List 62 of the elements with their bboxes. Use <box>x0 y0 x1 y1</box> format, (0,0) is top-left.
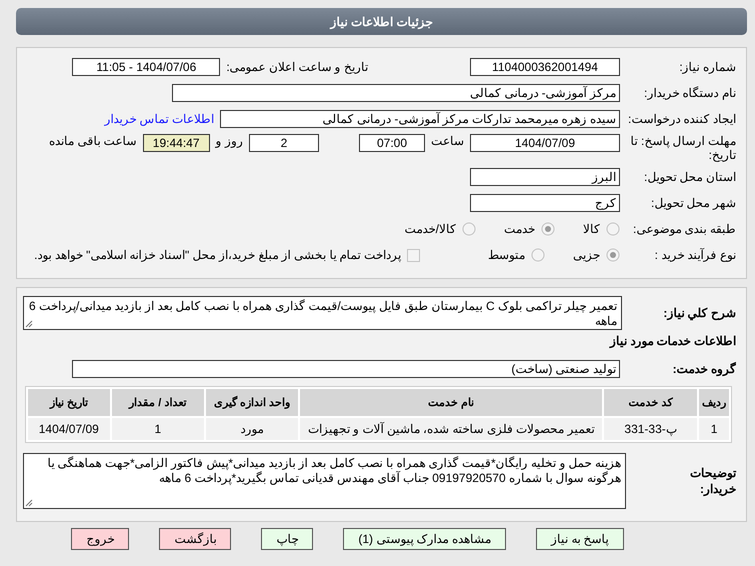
field-label: شهر محل تحویل: <box>650 196 736 210</box>
text-field[interactable]: تولید صنعتی (ساخت) <box>72 360 620 378</box>
radio-label: کالا/خدمت <box>404 222 456 236</box>
exit-button[interactable]: بازگشت <box>159 528 232 550</box>
table-cell: 1 <box>112 418 204 440</box>
checkbox[interactable] <box>407 248 420 262</box>
field-label: ساعت <box>431 134 464 148</box>
radio-label: جزیی <box>573 248 600 262</box>
radio-button[interactable] <box>541 222 555 236</box>
field-label: گروه خدمت: <box>672 362 736 376</box>
column-header: واحد اندازه گیری <box>206 389 298 416</box>
table-cell: تعمیر محصولات فلزی ساخته شده، ماشین آلات و تجهیزات <box>300 418 602 440</box>
text-field[interactable]: 1104000362001494 <box>470 58 620 76</box>
text-field[interactable]: مرکز آموزشی- درمانی کمالی <box>172 84 620 102</box>
field-label: تاریخ و ساعت اعلان عمومی: <box>226 60 368 74</box>
radio-label: متوسط <box>488 248 525 262</box>
field-label: ساعت باقی مانده <box>48 134 137 148</box>
field-label: روز و <box>216 134 243 148</box>
section-heading: اطلاعات خدمات مورد نیاز <box>608 334 736 348</box>
radio-button[interactable] <box>606 222 620 236</box>
contact-link[interactable]: اطلاعات تماس خریدار <box>104 112 214 126</box>
action-button[interactable]: مشاهده مدارک پیوستی (1) <box>343 528 506 550</box>
text-field[interactable]: البرز <box>470 168 620 186</box>
field-label: توضیحات خریدار: <box>689 465 736 497</box>
text-field[interactable]: 1404/07/06 - 11:05 <box>72 58 220 76</box>
field-label: نوع فرآیند خرید : <box>654 248 736 262</box>
resize-grip-icon[interactable] <box>25 320 33 328</box>
text-field[interactable]: 07:00 <box>359 134 425 152</box>
text-field[interactable]: کرج <box>470 194 620 212</box>
action-button[interactable]: چاپ <box>261 528 314 550</box>
field-label: طبقه بندی موضوعی: <box>632 222 736 236</box>
field-label: ایجاد کننده درخواست: <box>626 112 736 126</box>
radio-label: خدمت <box>504 222 535 236</box>
exit-button[interactable]: خروج <box>71 528 130 550</box>
field-label: مهلت ارسال پاسخ: تا تاریخ: <box>630 134 736 162</box>
radio-label: کالا <box>583 222 600 236</box>
page-header: جزئیات اطلاعات نیاز <box>16 8 747 35</box>
table-cell: پ-33-331 <box>604 418 698 440</box>
field-label: شرح کلي نياز: <box>662 306 736 320</box>
text-field[interactable]: 2 <box>249 134 319 152</box>
field-label: شماره نیاز: <box>678 60 736 74</box>
text-field[interactable]: سیده زهره میرمحمد تدارکات مرکز آموزشی- درمانی کمالی <box>220 110 620 128</box>
column-header: ردیف <box>699 389 729 416</box>
action-button[interactable]: پاسخ به نیاز <box>536 528 624 550</box>
summary-field[interactable]: تعمیر چیلر تراکمی بلوک C بیمارستان طبق فایل پیوست/قیمت گذاری همراه با نصب کامل بعد از بازدید میدانی/پرداخت 6 ماهه <box>23 296 622 330</box>
column-header: کد خدمت <box>604 389 698 416</box>
column-header: تعداد / مقدار <box>112 389 204 416</box>
table-cell: مورد <box>206 418 298 440</box>
text-field[interactable]: 19:44:47 <box>142 134 210 152</box>
table-cell: 1 <box>699 418 729 440</box>
notes-field[interactable]: هزینه حمل و تخلیه رایگان*قیمت گذاری همراه با نصب کامل بعد از بازدید میدانی*پیش فاکتور الزامی*جهت هماهنگی یا هرگونه سوال با شماره 09197920570 جناب آقای مهندس قدیانی تماس بگیرید*پرداخت 6 ماهه <box>23 453 626 509</box>
field-label: استان محل تحویل: <box>642 170 736 184</box>
radio-button[interactable] <box>606 248 620 262</box>
payment-note: پرداخت تمام یا بخشی از مبلغ خرید،از محل "اسناد خزانه اسلامی" خواهد بود. <box>34 248 401 262</box>
table-cell: 1404/07/09 <box>28 418 110 440</box>
field-label: نام دستگاه خریدار: <box>642 86 736 100</box>
text-field[interactable]: 1404/07/09 <box>470 134 620 152</box>
column-header: تاریخ نیاز <box>28 389 110 416</box>
column-header: نام خدمت <box>300 389 602 416</box>
resize-grip-icon[interactable] <box>25 499 33 507</box>
radio-button[interactable] <box>462 222 476 236</box>
radio-button[interactable] <box>531 248 545 262</box>
